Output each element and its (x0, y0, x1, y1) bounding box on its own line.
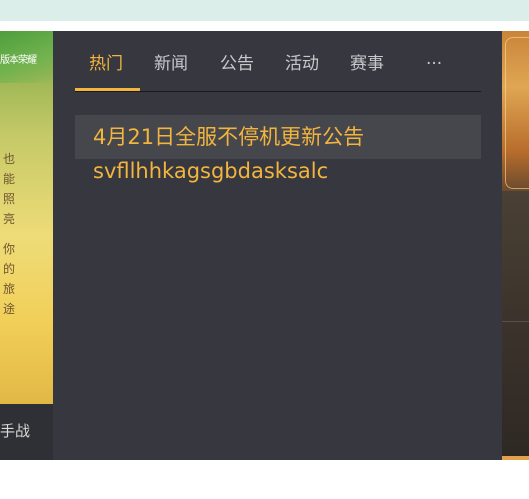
banner-label[interactable]: 手战 (0, 420, 30, 441)
tab-more[interactable]: ... (426, 49, 442, 69)
right-banner-divider (502, 321, 529, 322)
right-banner-frame (505, 37, 529, 189)
news-list: 4月21日全服不停机更新公告 svfllhhkagsgbdasksalc (75, 115, 481, 187)
active-tab-indicator (75, 88, 140, 91)
banner-text-column-1: 也 能 照 亮 (2, 152, 15, 226)
tab-announcement[interactable]: 公告 (220, 49, 254, 74)
news-item[interactable]: 4月21日全服不停机更新公告 (75, 115, 481, 159)
right-banner-art-bottom (502, 191, 529, 460)
news-panel: 热门 新闻 公告 活动 赛事 ... 4月21日全服不停机更新公告 svfllh… (53, 31, 502, 460)
news-item[interactable]: svfllhhkagsgbdasksalc (75, 159, 481, 187)
news-tabs: 热门 新闻 公告 活动 赛事 ... (75, 31, 481, 92)
banner-badge: 版本荣耀 (0, 55, 37, 66)
tab-news[interactable]: 新闻 (154, 49, 188, 74)
left-banner[interactable]: 版本荣耀 也 能 照 亮 你 的 旅 途 手战 (0, 31, 53, 460)
right-banner-accent (502, 456, 529, 460)
tab-tournaments[interactable]: 赛事 (350, 49, 384, 74)
top-band (0, 0, 529, 21)
banner-artwork[interactable]: 版本荣耀 也 能 照 亮 你 的 旅 途 (0, 31, 53, 404)
tab-events[interactable]: 活动 (285, 49, 319, 74)
banner-text-column-2: 你 的 旅 途 (2, 242, 15, 316)
right-banner[interactable] (502, 31, 529, 460)
tab-hot[interactable]: 热门 (89, 49, 123, 74)
